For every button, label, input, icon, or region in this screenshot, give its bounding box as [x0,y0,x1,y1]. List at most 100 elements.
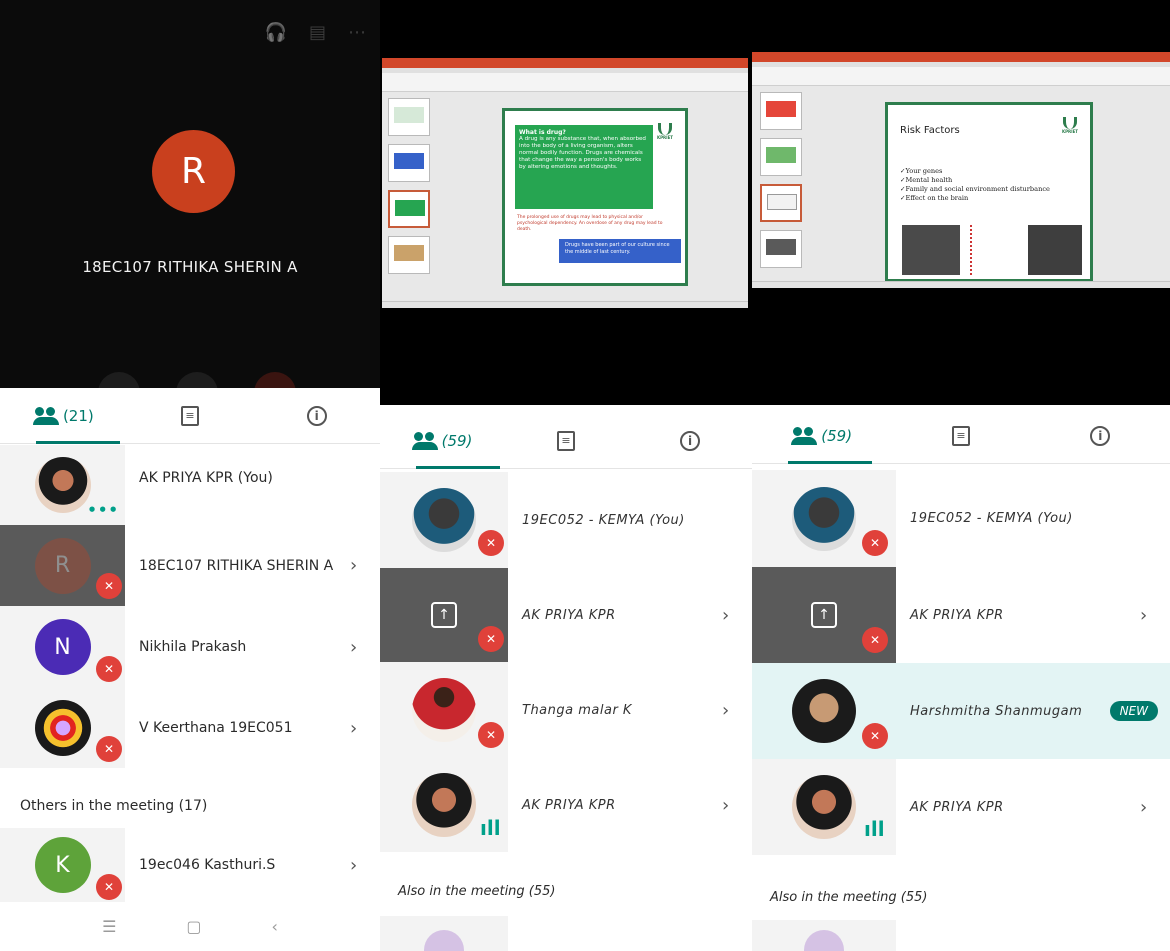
chat-icon: ≡ [181,405,199,426]
mic-off-icon: ✕ [96,656,122,682]
current-slide: Risk Factors KPRIET ✓Your genes ✓Mental … [885,102,1093,282]
chevron-right-icon[interactable]: › [722,700,752,721]
avatar: R [34,537,91,594]
avatar [424,930,464,951]
presentation-video[interactable]: Risk Factors KPRIET ✓Your genes ✓Mental … [752,0,1170,405]
camera-button[interactable] [176,372,218,388]
participant-row[interactable]: ✕ 19EC052 - KEMYA (You) [752,470,1170,567]
chevron-right-icon[interactable]: › [350,718,380,739]
tab-info[interactable]: i [253,388,380,443]
slide-thumbnail[interactable] [760,138,802,176]
chevron-right-icon[interactable]: › [722,795,752,816]
back-icon[interactable]: ‹ [272,917,278,936]
tab-chat[interactable]: ≡ [504,413,628,468]
mic-off-icon: ✕ [478,722,504,748]
mic-button[interactable] [98,372,140,388]
mic-off-icon: ✕ [862,530,888,556]
avatar [792,775,856,839]
participant-row[interactable]: K ✕ 19ec046 Kasthuri.S › [0,828,380,902]
avatar [792,486,856,551]
others-label: Also in the meeting (55) [398,884,556,899]
slide-thumbnail[interactable] [760,92,802,130]
presenter-name: 18EC107 RITHIKA SHERIN A [82,258,298,276]
panel-tabs: (21) ≡ i [0,388,380,444]
participant-row[interactable]: ıll AK PRIYA KPR › [752,759,1170,855]
chevron-right-icon[interactable]: › [1140,605,1170,626]
participant-row[interactable] [752,920,1170,951]
participant-row[interactable]: ↑ ✕ AK PRIYA KPR › [380,568,752,662]
powerpoint-window: What is drug? A drug is any substance th… [382,58,748,308]
more-icon[interactable]: ••• [87,501,119,519]
tab-chat[interactable]: ≡ [127,388,254,443]
status-bar [752,281,1170,288]
people-icon [411,431,438,450]
participant-name: 19ec046 Kasthuri.S [139,857,276,873]
slide-thumbnail[interactable] [388,144,430,182]
presenter-video[interactable]: 🎧 ▤ ⋯ R 18EC107 RITHIKA SHERIN A [0,0,380,388]
chevron-right-icon[interactable]: › [722,605,752,626]
slide-red-text: The prolonged use of drugs may lead to p… [517,215,663,232]
participant-row[interactable]: ✕ Thanga malar K › [380,662,752,758]
new-badge: NEW [1109,701,1158,721]
participant-row[interactable]: ıll AK PRIYA KPR › [380,758,752,852]
current-slide: What is drug? A drug is any substance th… [502,108,688,286]
panel-tabs: (59) ≡ i [752,408,1170,464]
participant-row[interactable]: ••• AK PRIYA KPR (You) [0,445,380,525]
end-call-button[interactable] [254,372,296,388]
tab-people[interactable]: (59) [752,408,891,464]
powerpoint-window: Risk Factors KPRIET ✓Your genes ✓Mental … [752,52,1170,288]
chevron-right-icon[interactable]: › [350,855,380,876]
present-screen-icon: ↑ [811,602,837,628]
menu-icon[interactable]: ☰ [102,917,116,936]
mic-off-icon: ✕ [862,627,888,653]
participant-name: AK PRIYA KPR [522,607,616,623]
participant-name: AK PRIYA KPR [522,797,616,813]
participant-row[interactable] [380,916,752,951]
participant-row[interactable]: ✕ 19EC052 - KEMYA (You) [380,472,752,568]
kpriet-logo: KPRIET [1060,117,1080,139]
meet-panel-2: What is drug? A drug is any substance th… [380,0,752,951]
slide-bullet: ✓Family and social environment disturban… [900,185,1050,193]
participant-row[interactable]: R ✕ 18EC107 RITHIKA SHERIN A › [0,525,380,606]
more-options-icon[interactable]: ⋯ [348,22,366,43]
slide-box-title: What is drug? [519,129,566,136]
ribbon-toolbar [752,62,1170,86]
slide-thumbnail[interactable] [388,190,430,228]
tab-chat[interactable]: ≡ [891,408,1030,463]
mic-off-icon: ✕ [96,736,122,762]
info-icon: i [306,405,327,426]
slide-thumbnail[interactable] [388,236,430,274]
home-icon[interactable]: ▢ [186,917,201,936]
participant-name: 19EC052 - KEMYA (You) [910,511,1073,526]
mic-off-icon: ✕ [478,626,504,652]
chevron-right-icon[interactable]: › [350,637,380,658]
participant-row[interactable]: ↑ ✕ AK PRIYA KPR › [752,567,1170,663]
participant-name: 19EC052 - KEMYA (You) [522,512,685,528]
slide-thumbnail[interactable] [760,184,802,222]
avatar [34,457,91,513]
headphones-icon[interactable]: 🎧 [265,22,287,43]
mic-off-icon: ✕ [96,874,122,900]
status-bar [382,301,748,308]
presentation-video[interactable]: What is drug? A drug is any substance th… [380,0,752,405]
tab-people[interactable]: (21) [0,388,127,444]
others-label: Also in the meeting (55) [770,890,928,905]
slide-thumbnail[interactable] [388,98,430,136]
tab-info[interactable]: i [628,413,752,468]
chevron-right-icon[interactable]: › [1140,797,1170,818]
participant-row[interactable]: ✕ Harshmitha Shanmugam NEW [752,663,1170,759]
caption-icon[interactable]: ▤ [309,22,326,43]
chevron-right-icon[interactable]: › [350,555,380,576]
participant-row[interactable]: N ✕ Nikhila Prakash › [0,606,380,688]
tab-people[interactable]: (59) [380,413,504,469]
speaking-icon: ıll [480,816,501,840]
participant-name: Thanga malar K [522,702,632,718]
android-nav-bar: ☰ ▢ ‹ [0,902,380,951]
participant-row[interactable]: ✕ V Keerthana 19EC051 › [0,688,380,768]
mic-off-icon: ✕ [96,573,122,599]
speaking-icon: ıll [864,817,885,841]
tab-info[interactable]: i [1031,408,1170,463]
kpriet-logo: KPRIET [655,123,675,145]
slide-thumbnail[interactable] [760,230,802,268]
slide-thumbnails [388,98,432,282]
